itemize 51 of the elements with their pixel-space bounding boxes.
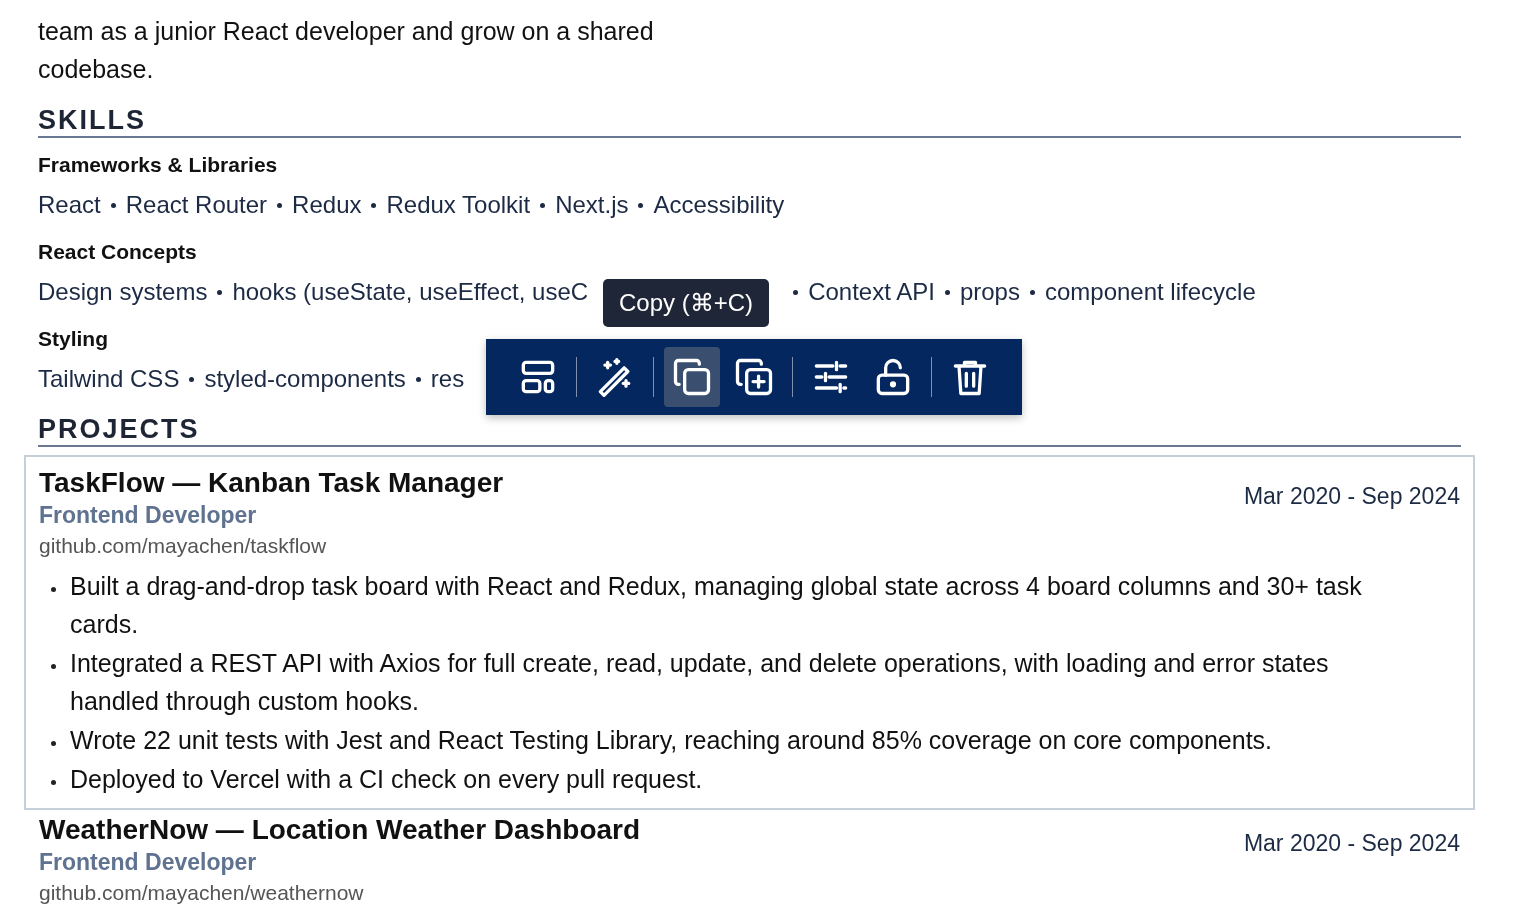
bullet-text: Integrated a REST API with Axios for full create, read, update, and delete operations, with loading and error states handled through custom hooks. bbox=[70, 648, 1330, 717]
skill-item: Next.js bbox=[555, 191, 629, 219]
project-link: github.com/mayachen/weathernow bbox=[39, 880, 365, 906]
separator-dot bbox=[110, 202, 116, 208]
summary-text: codebase. bbox=[38, 54, 155, 85]
bullet-icon bbox=[51, 664, 56, 669]
skill-item: Design systems bbox=[38, 278, 208, 306]
copy-button[interactable] bbox=[664, 347, 720, 407]
project-entry[interactable] bbox=[24, 455, 1475, 810]
separator-dot bbox=[217, 289, 223, 295]
bullet-icon bbox=[51, 780, 56, 785]
project-title: TaskFlow — Kanban Task Manager bbox=[39, 467, 504, 499]
skill-item: hooks (useState, useEffect, useC bbox=[232, 278, 589, 306]
project-title: WeatherNow — Location Weather Dashboard bbox=[39, 814, 641, 846]
project-dates: Mar 2020 - Sep 2024 bbox=[1243, 830, 1460, 857]
separator-dot bbox=[540, 202, 546, 208]
skill-category: Frameworks & Libraries bbox=[38, 152, 279, 178]
separator-dot bbox=[1029, 289, 1035, 295]
separator-dot bbox=[944, 289, 950, 295]
skill-item: res bbox=[430, 365, 465, 393]
section-heading: SKILLS bbox=[38, 104, 1461, 138]
separator-dot bbox=[189, 376, 195, 382]
project-link: github.com/mayachen/taskflow bbox=[39, 533, 328, 559]
skill-category: Styling bbox=[38, 326, 109, 352]
skill-item: props bbox=[959, 278, 1020, 306]
project-dates: Mar 2020 - Sep 2024 bbox=[1243, 483, 1460, 510]
project-role: Frontend Developer bbox=[39, 848, 258, 877]
bullet-text: Built a drag-and-drop task board with React and Redux, managing global state across 4 board columns and 30+ task cards. bbox=[70, 571, 1363, 640]
skill-item: Accessibility bbox=[653, 191, 785, 219]
project-role: Frontend Developer bbox=[39, 501, 258, 530]
bullet-text: Wrote 22 unit tests with Jest and React Testing Library, reaching around 85% coverage on core components. bbox=[70, 725, 1273, 756]
separator-dot bbox=[793, 289, 799, 295]
skill-item: React Router bbox=[125, 191, 268, 219]
bullet-icon bbox=[51, 741, 56, 746]
skill-item: Redux bbox=[292, 191, 362, 219]
tooltip: Copy (⌘+C) bbox=[603, 279, 770, 327]
project-entry[interactable]: WeatherNow — Location Weather Dashboard Frontend Developer github.com/mayachen/weathernow Mar 2020 - Sep 2024 bbox=[24, 802, 1475, 920]
separator-dot bbox=[277, 202, 283, 208]
skill-category: React Concepts bbox=[38, 239, 198, 265]
separator-dot bbox=[638, 202, 644, 208]
skill-item: component lifecycle bbox=[1044, 278, 1256, 306]
summary-text: team as a junior React developer and grow on a shared bbox=[38, 16, 655, 47]
skill-item: React bbox=[38, 191, 101, 219]
skill-item: Tailwind CSS bbox=[38, 365, 180, 393]
separator-dot bbox=[415, 376, 421, 382]
skill-item: Redux Toolkit bbox=[386, 191, 531, 219]
bullet-icon bbox=[51, 587, 56, 592]
skill-item: styled-components bbox=[204, 365, 406, 393]
skill-item: Context API bbox=[808, 278, 935, 306]
separator-dot bbox=[371, 202, 377, 208]
bullet-text: Deployed to Vercel with a CI check on every pull request. bbox=[70, 764, 703, 795]
